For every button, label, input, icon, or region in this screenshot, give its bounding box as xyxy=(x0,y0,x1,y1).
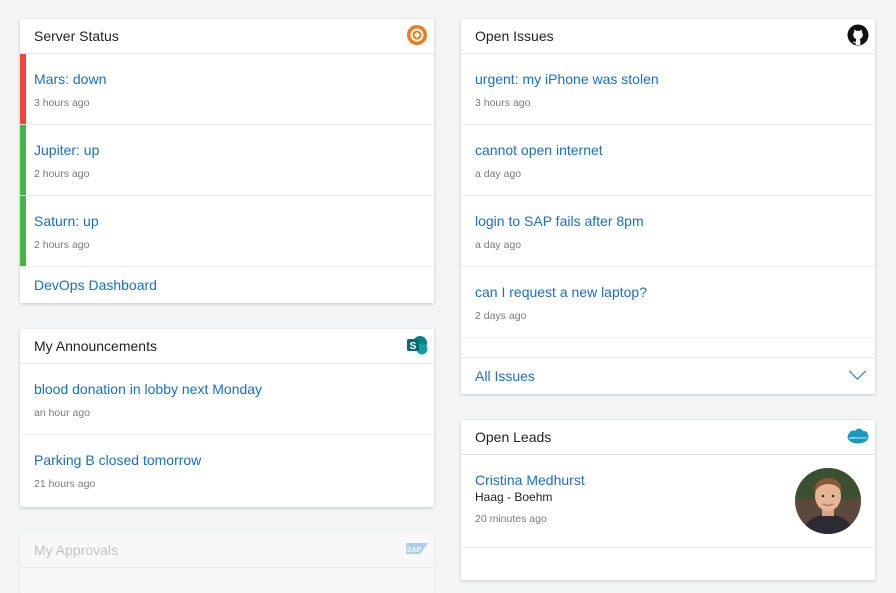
status-bar-up xyxy=(20,125,26,195)
lead-company: Haag - Boehm xyxy=(475,490,553,504)
announcements-card: My Announcements S blood donation in lob… xyxy=(20,329,434,507)
announcement-row[interactable]: Parking B closed tomorrow 21 hours ago xyxy=(20,435,434,506)
open-issues-header: Open Issues xyxy=(461,19,875,54)
announcements-title: My Announcements xyxy=(34,338,157,354)
lead-name[interactable]: Cristina Medhurst xyxy=(475,472,585,488)
announcements-header: My Announcements S xyxy=(20,329,434,364)
all-issues-link[interactable]: All Issues xyxy=(475,368,535,384)
server-row-saturn[interactable]: Saturn: up 2 hours ago xyxy=(20,196,434,267)
announcement-time: 21 hours ago xyxy=(34,478,96,490)
server-label[interactable]: Saturn: up xyxy=(34,213,99,229)
server-status-header: Server Status xyxy=(20,19,434,54)
avatar[interactable] xyxy=(795,468,861,534)
server-time: 2 hours ago xyxy=(34,239,90,251)
approvals-title: My Approvals xyxy=(34,542,119,558)
server-status-title: Server Status xyxy=(34,28,119,44)
announcement-label[interactable]: blood donation in lobby next Monday xyxy=(34,381,262,397)
sharepoint-icon: S xyxy=(407,336,428,355)
sap-icon: SAP xyxy=(406,543,428,554)
devops-dashboard-link[interactable]: DevOps Dashboard xyxy=(34,277,157,293)
devops-ring-icon xyxy=(407,25,427,45)
issue-time: 2 days ago xyxy=(475,310,527,322)
issue-label[interactable]: cannot open internet xyxy=(475,142,603,158)
salesforce-icon: salesforce xyxy=(847,428,869,444)
lead-row[interactable]: Cristina Medhurst Haag - Boehm 20 minute… xyxy=(461,455,875,548)
open-leads-card: Open Leads salesforce Cristina Medhurst … xyxy=(461,420,875,580)
server-label[interactable]: Mars: down xyxy=(34,71,106,87)
server-row-jupiter[interactable]: Jupiter: up 2 hours ago xyxy=(20,125,434,196)
issue-row[interactable]: can I request a new laptop? 2 days ago xyxy=(461,267,875,338)
issue-time: a day ago xyxy=(475,168,522,180)
server-label[interactable]: Jupiter: up xyxy=(34,142,99,158)
svg-text:S: S xyxy=(410,341,417,352)
open-issues-footer[interactable]: All Issues xyxy=(461,358,875,393)
open-leads-title: Open Leads xyxy=(475,429,552,445)
svg-text:salesforce: salesforce xyxy=(849,435,868,440)
open-leads-header: Open Leads salesforce xyxy=(461,420,875,455)
issue-label[interactable]: urgent: my iPhone was stolen xyxy=(475,71,659,87)
approvals-card: My Approvals SAP xyxy=(20,533,434,593)
server-time: 2 hours ago xyxy=(34,168,90,180)
lead-time: 20 minutes ago xyxy=(475,513,547,525)
issue-row[interactable]: urgent: my iPhone was stolen 3 hours ago xyxy=(461,54,875,125)
announcement-time: an hour ago xyxy=(34,407,91,419)
issue-row[interactable]: login to SAP fails after 8pm a day ago xyxy=(461,196,875,267)
issues-spacer xyxy=(461,338,875,358)
open-issues-card: Open Issues urgent: my iPhone was stolen… xyxy=(461,19,875,394)
issue-row[interactable]: cannot open internet a day ago xyxy=(461,125,875,196)
issue-time: a day ago xyxy=(475,239,522,251)
approvals-header: My Approvals SAP xyxy=(20,533,434,568)
svg-text:SAP: SAP xyxy=(407,547,422,554)
announcement-label[interactable]: Parking B closed tomorrow xyxy=(34,452,201,468)
issue-time: 3 hours ago xyxy=(475,97,531,109)
server-status-footer: DevOps Dashboard xyxy=(20,267,434,302)
status-bar-up xyxy=(20,196,26,266)
open-issues-title: Open Issues xyxy=(475,28,554,44)
github-icon xyxy=(847,24,869,46)
announcement-row[interactable]: blood donation in lobby next Monday an h… xyxy=(20,364,434,435)
issue-label[interactable]: login to SAP fails after 8pm xyxy=(475,213,644,229)
status-bar-down xyxy=(20,54,26,124)
server-status-card: Server Status Mars: down 3 hours ago Jup… xyxy=(20,19,434,303)
issue-label[interactable]: can I request a new laptop? xyxy=(475,284,647,300)
server-time: 3 hours ago xyxy=(34,97,90,109)
server-row-mars[interactable]: Mars: down 3 hours ago xyxy=(20,54,434,125)
chevron-down-icon[interactable] xyxy=(848,370,867,381)
